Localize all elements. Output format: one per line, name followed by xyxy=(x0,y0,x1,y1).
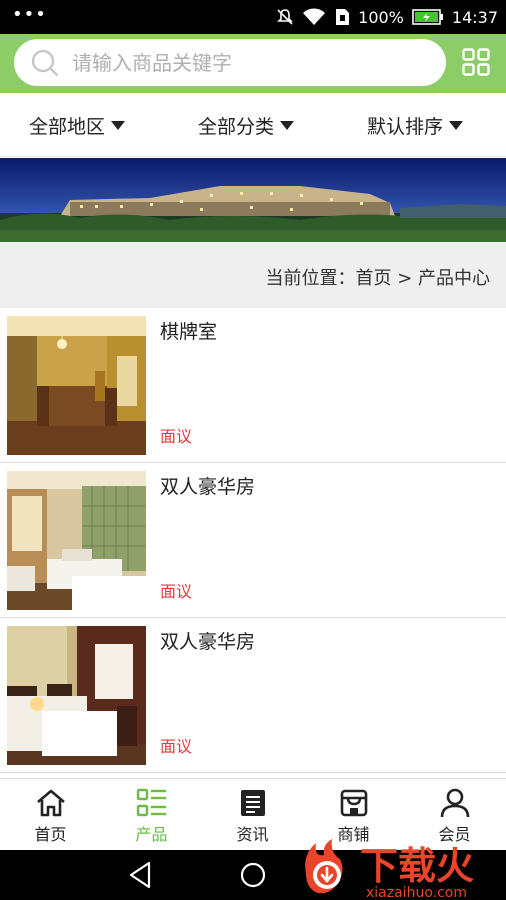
product-name[interactable]: 棋牌室 xyxy=(160,317,217,344)
caret-down-icon xyxy=(449,121,464,130)
filter-sort-label: 默认排序 xyxy=(367,116,444,138)
clock: 14:37 xyxy=(451,7,498,27)
product-list: 棋牌室 面议 双人豪华房 面议 双人豪华房 面议 xyxy=(0,308,506,773)
battery-icon xyxy=(412,9,443,25)
filter-category[interactable]: 全部分类 xyxy=(198,112,295,139)
list-icon xyxy=(136,788,166,817)
product-image xyxy=(7,626,146,765)
status-bar: ••• 100% 14:37 xyxy=(0,0,506,34)
back-icon[interactable] xyxy=(127,860,155,890)
product-thumbnail[interactable] xyxy=(7,626,146,765)
more-icon: ••• xyxy=(12,4,47,25)
filter-region-label: 全部地区 xyxy=(29,116,106,138)
status-icons: 100% 14:37 xyxy=(276,6,498,28)
caret-down-icon xyxy=(111,121,126,130)
product-image xyxy=(7,471,146,610)
home-icon xyxy=(37,789,65,817)
product-thumbnail[interactable] xyxy=(7,316,146,455)
banner-image xyxy=(0,158,506,242)
product-item[interactable]: 双人豪华房 面议 xyxy=(0,618,506,773)
product-item[interactable]: 双人豪华房 面议 xyxy=(0,463,506,618)
shop-icon xyxy=(340,789,368,817)
product-item[interactable]: 棋牌室 面议 xyxy=(0,308,506,463)
nav-products[interactable]: 产品 xyxy=(101,779,202,851)
search-icon xyxy=(31,49,59,76)
svg-text:xiazaihuo.com: xiazaihuo.com xyxy=(366,885,467,900)
filter-category-label: 全部分类 xyxy=(198,116,275,138)
user-icon xyxy=(440,788,470,818)
caret-down-icon xyxy=(280,121,295,130)
product-price: 面议 xyxy=(160,737,193,756)
nav-news[interactable]: 资讯 xyxy=(202,779,303,851)
nav-products-label: 产品 xyxy=(135,825,168,844)
home-circle-icon[interactable] xyxy=(238,860,268,890)
watermark-logo: 下载火 xiazaihuo.com xyxy=(298,835,506,900)
svg-text:下载火: 下载火 xyxy=(360,844,474,888)
product-thumbnail[interactable] xyxy=(7,471,146,610)
nav-home-label: 首页 xyxy=(34,825,67,844)
search-box[interactable] xyxy=(14,39,446,86)
search-header xyxy=(0,34,506,93)
battery-percent: 100% xyxy=(358,7,404,27)
news-icon xyxy=(241,790,265,816)
filter-bar: 全部地区 全部分类 默认排序 xyxy=(0,93,506,157)
sim-icon xyxy=(336,9,350,25)
search-input[interactable] xyxy=(72,50,402,75)
hotel-banner[interactable] xyxy=(0,158,506,242)
nav-home[interactable]: 首页 xyxy=(0,779,101,851)
product-price: 面议 xyxy=(160,582,193,601)
product-price: 面议 xyxy=(160,427,193,446)
product-name[interactable]: 双人豪华房 xyxy=(160,472,255,499)
mute-icon xyxy=(277,9,294,25)
filter-sort[interactable]: 默认排序 xyxy=(367,112,464,139)
product-image xyxy=(7,316,146,455)
watermark-image: 下载火 xiazaihuo.com xyxy=(305,839,474,900)
product-name[interactable]: 双人豪华房 xyxy=(160,627,255,654)
filter-region[interactable]: 全部地区 xyxy=(29,112,126,139)
breadcrumb-text: 当前位置：首页 > 产品中心 xyxy=(265,268,490,289)
breadcrumb: 当前位置：首页 > 产品中心 xyxy=(0,242,506,308)
wifi-icon xyxy=(303,8,326,25)
grid-menu-icon[interactable] xyxy=(462,48,490,76)
nav-news-label: 资讯 xyxy=(236,825,269,844)
